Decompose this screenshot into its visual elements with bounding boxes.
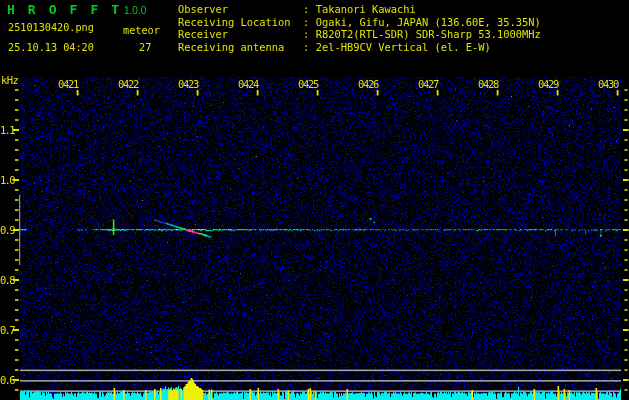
freq-tick-label: 0.6 <box>0 375 13 385</box>
time-tick-label: 0424 <box>236 79 258 89</box>
app-title: H R O F F T <box>7 4 122 15</box>
freq-tick-label: 0.7 <box>0 325 13 335</box>
time-tick-label: 0429 <box>536 79 558 89</box>
spectrogram-canvas <box>0 0 629 400</box>
hrofft-screen: H R O F F T 1.0.0 2510130420.png meteor … <box>0 0 629 400</box>
freq-axis-unit: kHz <box>1 75 18 86</box>
time-tick-label: 0427 <box>416 79 438 89</box>
freq-tick-label: 0.8 <box>0 275 13 285</box>
app-version: 1.0.0 <box>124 5 146 16</box>
observation-datetime: 25.10.13 04:20 <box>8 42 94 53</box>
freq-tick-label: 0.9 <box>0 225 13 235</box>
mode-label: meteor <box>123 25 160 36</box>
station-info-row: Receiving antenna : 2el-HB9CV Vertical (… <box>178 42 491 53</box>
station-info-row: Receiver : R820T2(RTL-SDR) SDR-Sharp 53.… <box>178 29 541 40</box>
time-tick-label: 0426 <box>356 79 378 89</box>
output-filename: 2510130420.png <box>8 22 94 33</box>
time-tick-label: 0421 <box>56 79 78 89</box>
freq-tick-label: 1.1 <box>0 125 13 135</box>
time-tick-label: 0430 <box>596 79 618 89</box>
station-info-row: Receiving Location : Ogaki, Gifu, JAPAN … <box>178 17 541 28</box>
freq-tick-label: 1.0 <box>0 175 13 185</box>
time-tick-label: 0425 <box>296 79 318 89</box>
time-tick-label: 0422 <box>116 79 138 89</box>
time-tick-label: 0423 <box>176 79 198 89</box>
station-info-row: Observer : Takanori Kawachi <box>178 4 416 15</box>
echo-count: 27 <box>139 42 151 53</box>
time-tick-label: 0428 <box>476 79 498 89</box>
